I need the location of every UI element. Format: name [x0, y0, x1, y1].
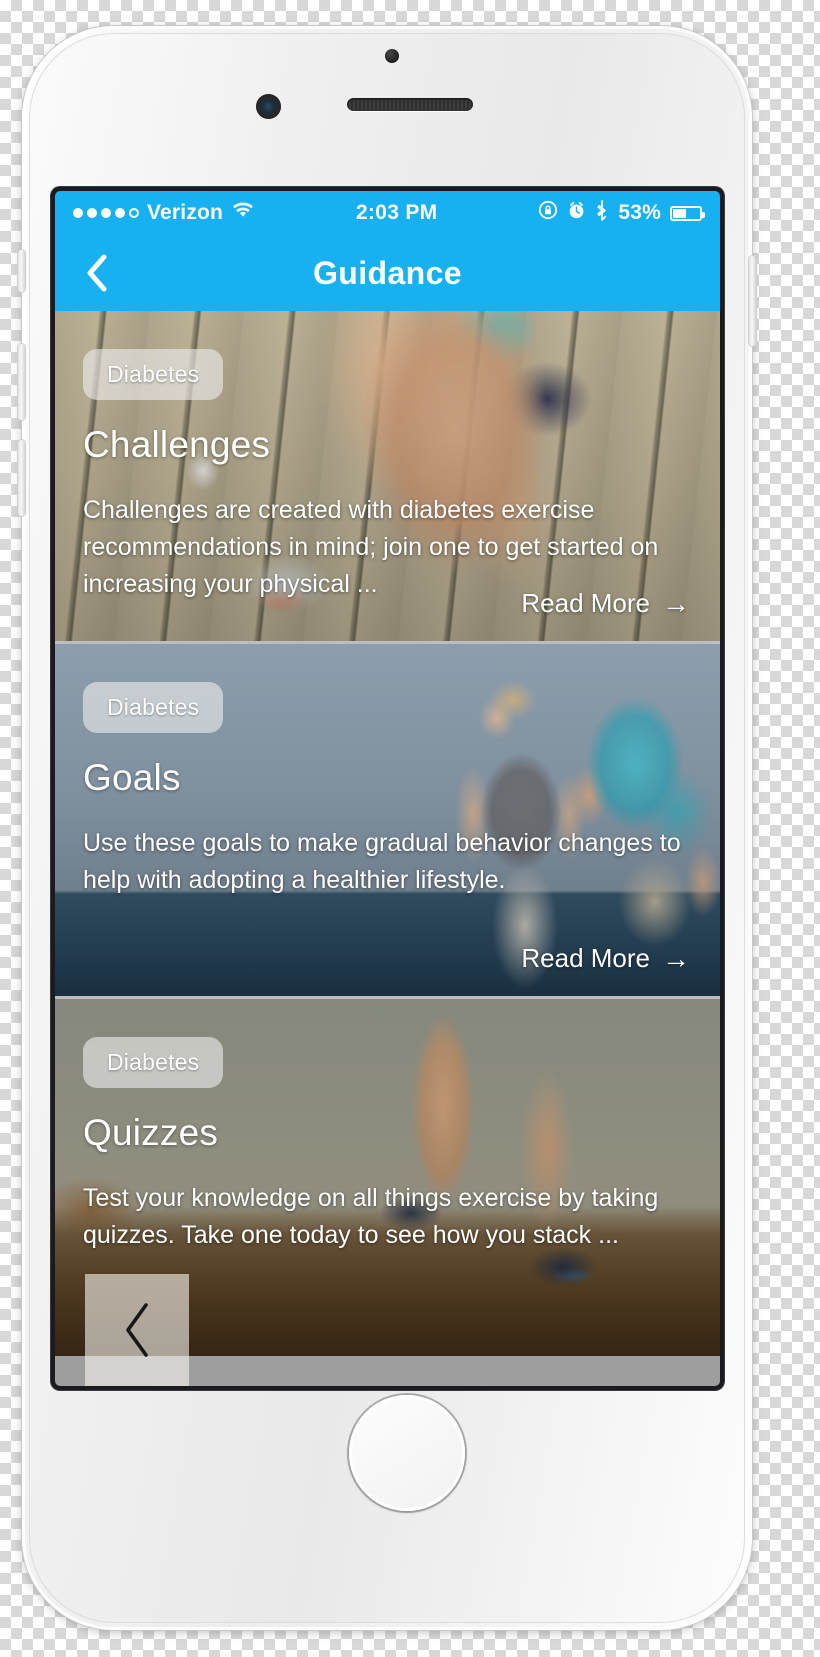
rotation-lock-icon [538, 200, 558, 226]
card-description: Test your knowledge on all things exerci… [83, 1184, 659, 1249]
read-more-label: Read More [521, 943, 650, 973]
card-description: Challenges are created with diabetes exe… [83, 496, 659, 598]
battery-icon [669, 205, 705, 221]
status-bar-center: 2:03 PM [356, 201, 437, 225]
status-bar: Verizon 2:03 PM 53% [55, 191, 720, 235]
arrow-right-icon: → [662, 942, 690, 974]
battery-percent-label: 53% [618, 201, 661, 224]
speaker-grille [347, 98, 473, 111]
chevron-left-icon [120, 1302, 154, 1358]
chevron-left-icon [84, 253, 110, 293]
card-title: Challenges [83, 424, 271, 465]
volume-down-button[interactable] [18, 440, 25, 516]
arrow-right-icon: → [662, 587, 690, 619]
cellular-signal-icon [73, 208, 139, 218]
card-body: Diabetes Goals Use these goals to make g… [83, 682, 692, 899]
back-button[interactable] [75, 251, 119, 295]
guidance-card-challenges[interactable]: Diabetes Challenges Challenges are creat… [55, 311, 720, 641]
status-bar-right: 53% [538, 199, 705, 227]
read-more-label: Read More [521, 588, 650, 618]
volume-up-button[interactable] [18, 344, 25, 420]
status-bar-left: Verizon [73, 201, 255, 225]
proximity-sensor-dot [385, 49, 399, 63]
bluetooth-icon [595, 199, 609, 227]
phone-screen: Verizon 2:03 PM 53% Guidance Diabetes Ch… [55, 191, 720, 1386]
read-more-link[interactable]: Read More → [521, 943, 690, 974]
power-button[interactable] [749, 256, 756, 346]
status-badge: Diabetes [83, 349, 224, 400]
page-title: Guidance [312, 254, 462, 291]
card-title: Quizzes [83, 1112, 219, 1153]
clock-label: 2:03 PM [355, 201, 438, 224]
wifi-icon [231, 201, 255, 225]
card-description: Use these goals to make gradual behavior… [83, 829, 681, 894]
guidance-card-goals[interactable]: Diabetes Goals Use these goals to make g… [55, 641, 720, 996]
camera-icon [256, 94, 281, 119]
silent-switch-button[interactable] [18, 250, 25, 292]
status-badge: Diabetes [83, 1037, 224, 1088]
read-more-link[interactable]: Read More → [521, 588, 690, 619]
card-body: Diabetes Challenges Challenges are creat… [83, 349, 692, 602]
status-badge: Diabetes [83, 682, 224, 733]
previous-page-overlay-button[interactable] [85, 1274, 189, 1386]
phone-device-frame: Verizon 2:03 PM 53% Guidance Diabetes Ch… [18, 26, 756, 1630]
nav-bar: Guidance [55, 235, 720, 311]
card-body: Diabetes Quizzes Test your knowledge on … [83, 1037, 692, 1254]
guidance-card-list[interactable]: Diabetes Challenges Challenges are creat… [55, 311, 720, 1386]
carrier-label: Verizon [147, 201, 224, 224]
app-viewport: Verizon 2:03 PM 53% Guidance Diabetes Ch… [55, 191, 720, 1386]
card-title: Goals [83, 757, 181, 798]
home-button[interactable] [349, 1395, 465, 1511]
alarm-clock-icon [567, 201, 586, 226]
